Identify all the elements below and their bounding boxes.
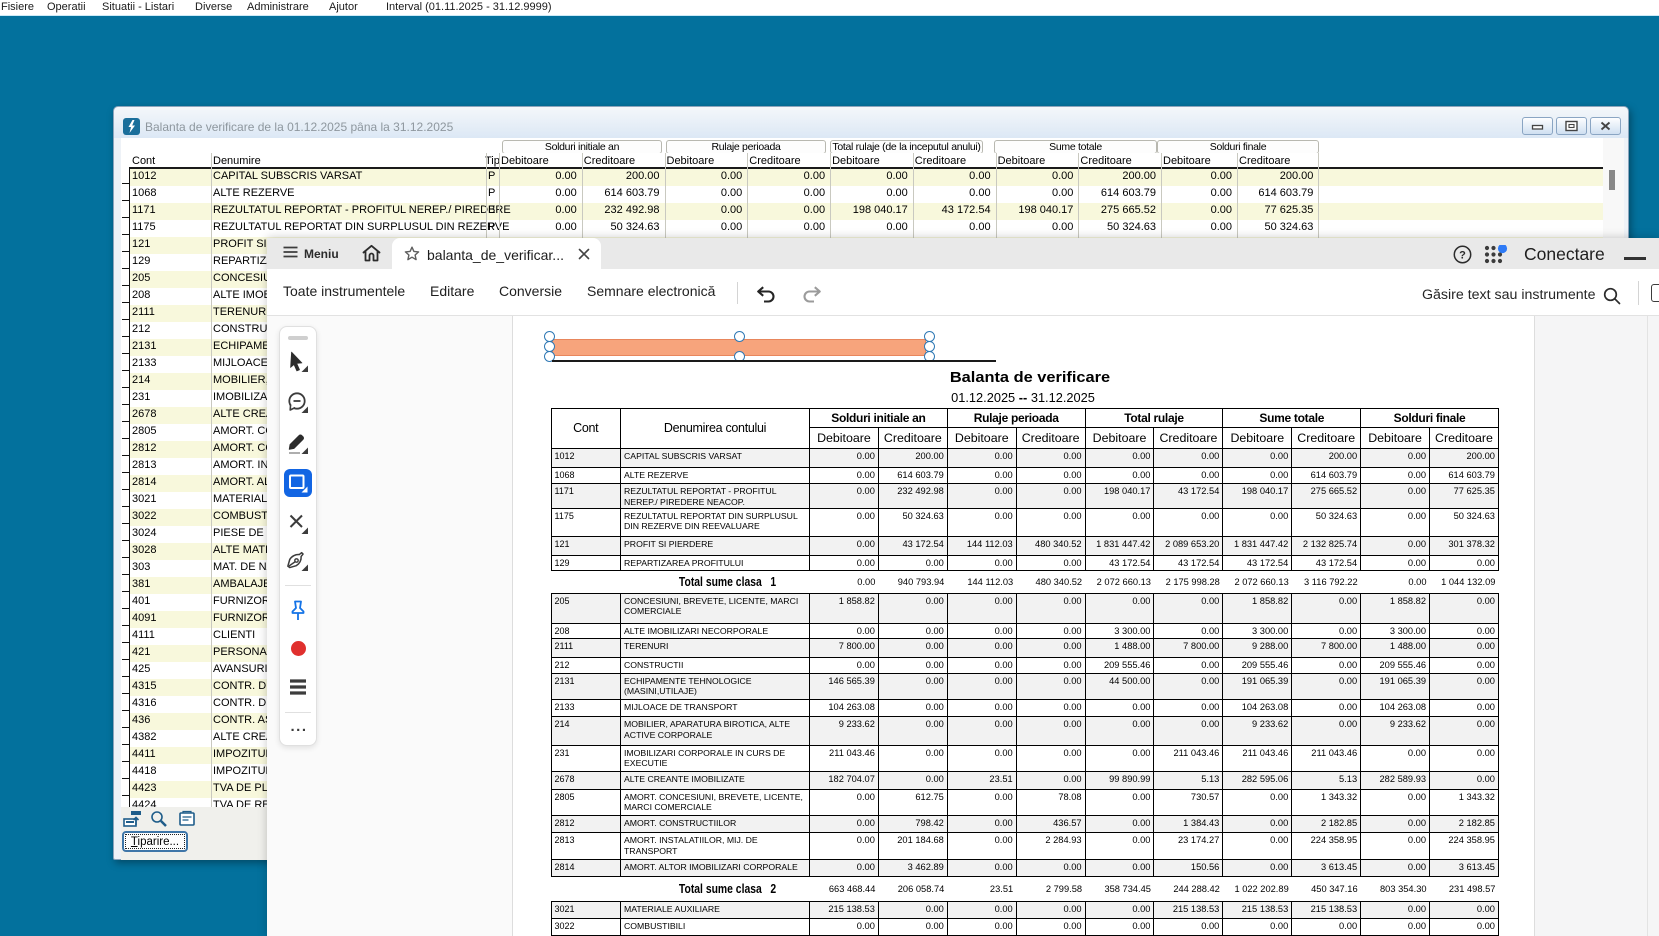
svg-text:?: ?: [1459, 249, 1466, 261]
